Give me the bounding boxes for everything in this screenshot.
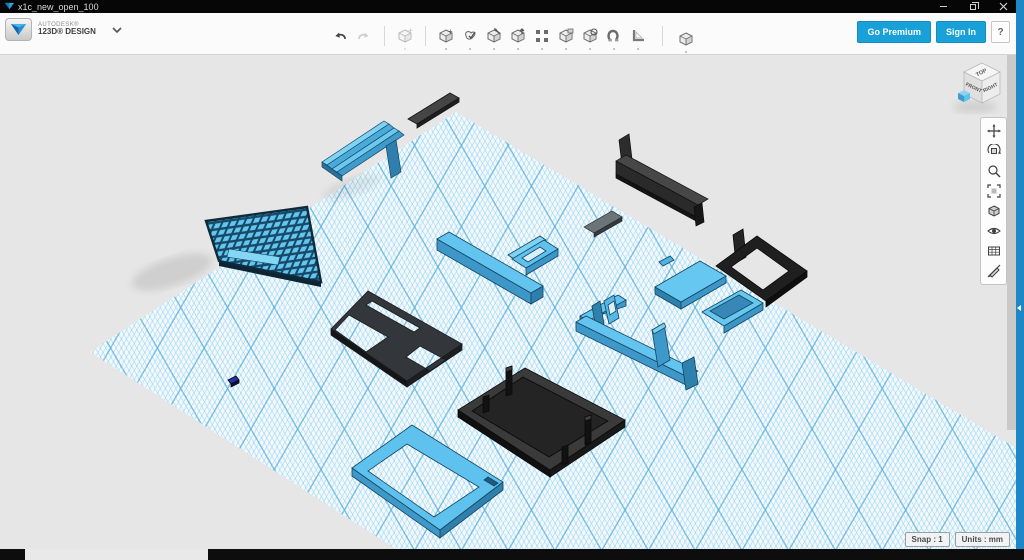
materials-tool-button[interactable] (676, 29, 696, 49)
construct-icon (485, 27, 503, 45)
redo-button[interactable] (354, 26, 374, 46)
orbit-button[interactable] (985, 142, 1003, 160)
app-menu-button[interactable]: AUTODESK® 123D® DESIGN (5, 18, 122, 41)
part-palmrest-frame[interactable] (331, 291, 462, 387)
panel-collapse-arrow-icon[interactable] (1017, 305, 1021, 311)
redo-icon (356, 28, 372, 44)
window-title: x1c_new_open_100 (18, 2, 99, 12)
primitives-icon: + (437, 27, 455, 45)
minimize-button[interactable] (936, 1, 950, 13)
view-cube[interactable]: TOP FRONT RIGHT (950, 57, 1014, 119)
chevron-down-icon (112, 27, 122, 33)
primitives-tool-button[interactable]: + (436, 26, 456, 46)
construct-tool-button[interactable] (484, 26, 504, 46)
grouping-tool-button[interactable] (556, 26, 576, 46)
grid-settings-button[interactable] (985, 242, 1003, 260)
orbit-icon (987, 144, 1001, 158)
grid-icon (987, 244, 1001, 258)
magnifier-icon (987, 164, 1001, 178)
part-bezel-frame[interactable] (352, 425, 503, 538)
pan-button[interactable] (985, 122, 1003, 140)
brand-123d-design: 123D® DESIGN (38, 28, 96, 37)
title-bar: x1c_new_open_100 (0, 0, 1024, 13)
viewport-canvas[interactable]: TOP FRONT RIGHT (0, 55, 1024, 560)
eye-icon (987, 224, 1001, 238)
ruler-icon (629, 27, 647, 45)
shaded-cube-icon (987, 204, 1001, 218)
model-parts-layer (0, 55, 1024, 560)
part-ribbed-hinge-cover[interactable] (322, 121, 404, 181)
taskbar-edge (0, 549, 1024, 560)
minimize-icon (940, 6, 947, 7)
modify-icon (509, 27, 527, 45)
close-icon (999, 2, 1008, 11)
zoom-button[interactable] (985, 162, 1003, 180)
measure-tool-button[interactable] (628, 26, 648, 46)
transform-icon: + (396, 27, 414, 45)
pencil-slash-icon (987, 264, 1001, 278)
units-setting[interactable]: Units : mm (955, 532, 1010, 547)
main-toolbar: AUTODESK® 123D® DESIGN + (0, 13, 1024, 55)
close-button[interactable] (996, 1, 1010, 13)
toolbar-separator (425, 26, 426, 46)
part-display-hinge-rail[interactable] (616, 134, 708, 226)
navigation-toolbar (980, 117, 1007, 285)
logo-triangle-icon (10, 22, 27, 37)
svg-text:+: + (408, 27, 413, 35)
fit-view-button[interactable] (985, 182, 1003, 200)
visual-style-button[interactable] (985, 202, 1003, 220)
sketch-visibility-button[interactable] (985, 262, 1003, 280)
sign-in-button[interactable]: Sign In (936, 21, 986, 43)
part-latch-bracket[interactable] (508, 236, 558, 275)
transform-tool-button[interactable]: + (395, 26, 415, 46)
part-corner-frame[interactable] (716, 229, 807, 307)
show-hide-button[interactable] (985, 222, 1003, 240)
pan-icon (987, 124, 1001, 138)
edge-panel-strip (1016, 0, 1024, 549)
toolbar-separator (384, 26, 385, 46)
sketch-tool-button[interactable] (460, 26, 480, 46)
svg-text:+: + (448, 27, 453, 36)
part-small-pin[interactable] (228, 376, 239, 387)
snap-setting[interactable]: Snap : 1 (905, 532, 950, 547)
undo-icon (332, 28, 348, 44)
modify-tool-button[interactable] (508, 26, 528, 46)
sketch-icon (461, 27, 479, 45)
help-button[interactable]: ? (991, 21, 1010, 43)
part-hinge-bracket[interactable] (576, 295, 698, 390)
app-icon (5, 2, 14, 11)
part-small-plate[interactable] (584, 211, 622, 237)
pattern-icon (533, 27, 551, 45)
viewport-right-margin (1007, 55, 1016, 430)
part-touchpad-plate[interactable] (655, 256, 726, 309)
combine-tool-button[interactable] (580, 26, 600, 46)
fit-icon (987, 184, 1001, 198)
combine-icon (581, 27, 599, 45)
part-keyboard[interactable] (206, 207, 321, 287)
magnet-icon (605, 27, 623, 45)
taskbar-app-segment[interactable] (25, 549, 208, 560)
part-touchpad-frame[interactable] (702, 290, 763, 333)
app-logo (5, 18, 32, 41)
go-premium-button[interactable]: Go Premium (857, 21, 931, 43)
snap-tool-button[interactable] (604, 26, 624, 46)
materials-cube-icon (677, 30, 695, 48)
undo-button[interactable] (330, 26, 350, 46)
pattern-tool-button[interactable] (532, 26, 552, 46)
part-display-tray[interactable] (458, 366, 625, 477)
part-flat-bar[interactable] (408, 93, 459, 128)
restore-button[interactable] (966, 1, 980, 13)
restore-icon (970, 4, 976, 10)
toolbar-separator (662, 26, 663, 46)
grouping-icon (557, 27, 575, 45)
